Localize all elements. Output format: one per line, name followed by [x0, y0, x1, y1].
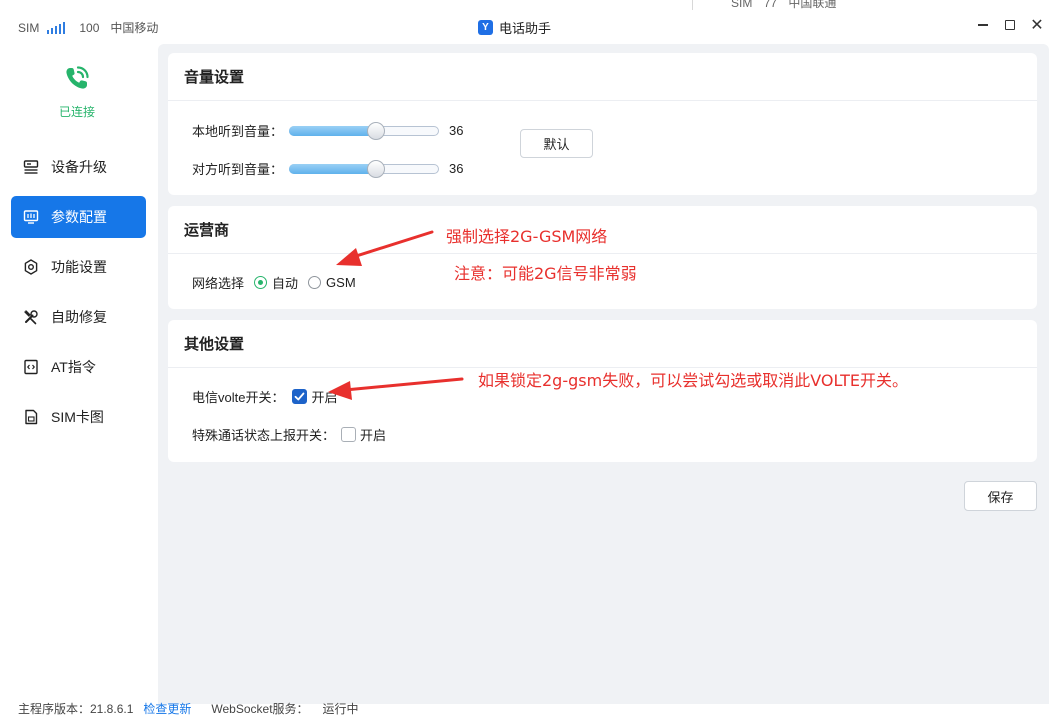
other-settings-title: 其他设置 — [168, 320, 1037, 368]
default-volume-button[interactable]: 默认 — [520, 129, 593, 158]
volte-row: 电信volte开关： 开启 — [192, 387, 337, 406]
code-document-icon — [22, 358, 40, 376]
sim-status: SIM 100 中国移动 — [18, 19, 158, 36]
app-logo-icon: Y — [478, 20, 493, 35]
app-title-text: 电话助手 — [499, 21, 552, 36]
remote-volume-label: 对方听到音量： — [192, 162, 284, 177]
sim-card-icon — [22, 408, 40, 426]
call-status-report-label: 特殊通话状态上报开关： — [192, 428, 336, 443]
sidebar-item-function-settings[interactable]: 功能设置 — [11, 246, 146, 288]
sidebar-item-label: 功能设置 — [51, 259, 107, 275]
checkmark-icon — [295, 392, 305, 401]
background-window-strip: SIM 77 中国联通 — [692, 0, 1051, 10]
slider-fill — [289, 125, 377, 136]
slider-fill — [289, 163, 377, 174]
close-button[interactable]: ✕ — [1024, 14, 1050, 36]
sidebar-item-label: 设备升级 — [51, 159, 107, 175]
device-upgrade-icon — [22, 158, 40, 176]
slider-thumb[interactable] — [367, 121, 386, 140]
local-volume-value: 36 — [449, 123, 464, 138]
carrier-card: 运营商 网络选择 自动 GSM — [168, 206, 1037, 309]
call-status-report-row: 特殊通话状态上报开关： 开启 — [192, 425, 386, 444]
annotation-gsm-note: 注意：可能2G信号非常弱 — [454, 264, 637, 283]
signal-value: 100 — [79, 20, 100, 35]
carrier-name: 中国移动 — [110, 21, 159, 35]
network-option-gsm-label: GSM — [326, 275, 356, 290]
call-status-report-checkbox[interactable] — [341, 427, 357, 442]
sidebar-item-label: 自助修复 — [51, 309, 107, 325]
footer-bar: 主程序版本：21.8.6.1 检查更新 WebSocket服务： 运行中 — [18, 700, 359, 717]
wrench-icon — [22, 308, 40, 326]
sidebar-item-sim-card[interactable]: SIM卡图 — [11, 396, 146, 438]
sidebar-item-device-upgrade[interactable]: 设备升级 — [11, 146, 146, 188]
local-volume-slider[interactable] — [289, 121, 440, 140]
version-label: 主程序版本：21.8.6.1 — [18, 702, 134, 716]
monitor-settings-icon — [22, 208, 40, 226]
maximize-button[interactable] — [997, 14, 1023, 36]
volte-option-label: 开启 — [311, 390, 338, 405]
volte-label: 电信volte开关： — [192, 390, 285, 405]
save-button[interactable]: 保存 — [964, 481, 1037, 511]
connection-status-label: 已连接 — [58, 105, 95, 119]
minimize-icon — [978, 24, 988, 26]
network-option-gsm[interactable]: GSM — [308, 275, 356, 290]
annotation-gsm-force: 强制选择2G-GSM网络 — [446, 227, 608, 246]
connection-status: 已连接 — [56, 62, 98, 120]
sidebar-item-self-repair[interactable]: 自助修复 — [11, 296, 146, 338]
background-signal-value: 77 — [763, 0, 778, 10]
maximize-icon — [1005, 20, 1015, 30]
close-icon: ✕ — [1030, 17, 1044, 34]
websocket-status: 运行中 — [322, 702, 359, 716]
remote-volume-value: 36 — [449, 161, 464, 176]
local-volume-row: 本地听到音量： 36 — [192, 121, 463, 140]
radio-auto[interactable] — [254, 276, 268, 289]
radio-gsm[interactable] — [308, 276, 322, 289]
background-carrier: 中国联通 — [788, 0, 837, 10]
volume-settings-card: 音量设置 本地听到音量： 36 对方听到音量： 36 默认 — [168, 53, 1037, 195]
volume-settings-title: 音量设置 — [168, 53, 1037, 101]
volte-checkbox[interactable] — [292, 389, 308, 404]
gear-icon — [22, 258, 40, 276]
websocket-label: WebSocket服务： — [211, 702, 309, 716]
network-selection-label: 网络选择 — [192, 276, 245, 291]
sim-label: SIM — [18, 20, 40, 35]
network-option-auto-label: 自动 — [272, 276, 299, 291]
network-selection-row: 网络选择 自动 GSM — [192, 273, 366, 292]
other-settings-card: 其他设置 电信volte开关： 开启 特殊通话状态上报开关： 开启 — [168, 320, 1037, 462]
signal-strength-icon — [47, 21, 66, 34]
app-title: Y 电话助手 — [478, 18, 551, 37]
check-update-link[interactable]: 检查更新 — [143, 700, 191, 717]
sidebar-item-label: SIM卡图 — [51, 409, 104, 425]
slider-thumb[interactable] — [367, 159, 386, 178]
sidebar-item-parameter-config[interactable]: 参数配置 — [11, 196, 146, 238]
local-volume-label: 本地听到音量： — [192, 124, 284, 139]
sidebar-item-at-command[interactable]: AT指令 — [11, 346, 146, 388]
annotation-volte-tip: 如果锁定2g-gsm失败，可以尝试勾选或取消此VOLTE开关。 — [478, 371, 909, 390]
title-bar: SIM 100 中国移动 Y 电话助手 ✕ — [0, 10, 1051, 44]
minimize-button[interactable] — [970, 14, 996, 36]
sidebar: 已连接 设备升级 参数配置 功能设置 自助修复 AT指令 SIM卡图 — [0, 44, 158, 704]
background-sim-label: SIM — [731, 0, 753, 10]
remote-volume-slider[interactable] — [289, 159, 440, 178]
phone-connected-icon — [66, 66, 89, 89]
network-option-auto[interactable]: 自动 — [254, 273, 298, 292]
sidebar-nav: 设备升级 参数配置 功能设置 自助修复 AT指令 SIM卡图 — [11, 146, 146, 446]
sidebar-item-label: 参数配置 — [51, 209, 107, 225]
sidebar-item-label: AT指令 — [51, 359, 96, 375]
call-status-report-option-label: 开启 — [360, 428, 387, 443]
remote-volume-row: 对方听到音量： 36 — [192, 159, 463, 178]
